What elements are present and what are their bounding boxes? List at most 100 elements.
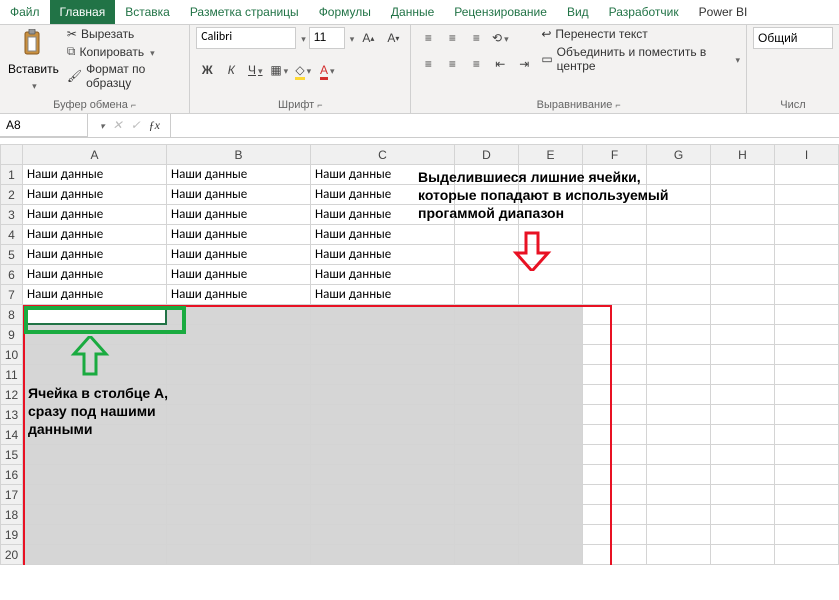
cell[interactable] bbox=[775, 505, 839, 525]
row-header[interactable]: 11 bbox=[1, 365, 23, 385]
font-name-select[interactable]: Calibri bbox=[196, 27, 296, 49]
cell[interactable] bbox=[711, 305, 775, 325]
cell[interactable] bbox=[711, 505, 775, 525]
align-left-button[interactable]: ≡ bbox=[417, 53, 439, 75]
cell[interactable] bbox=[519, 525, 583, 545]
grow-font-button[interactable]: A▴ bbox=[357, 27, 379, 49]
cell[interactable] bbox=[455, 245, 519, 265]
cell[interactable] bbox=[519, 425, 583, 445]
cell[interactable] bbox=[775, 345, 839, 365]
cell[interactable] bbox=[455, 305, 519, 325]
cell[interactable]: Наши данные bbox=[167, 245, 311, 265]
row-header[interactable]: 7 bbox=[1, 285, 23, 305]
cell[interactable] bbox=[455, 285, 519, 305]
cell[interactable]: Наши данные bbox=[23, 245, 167, 265]
cell[interactable] bbox=[23, 505, 167, 525]
row-header[interactable]: 5 bbox=[1, 245, 23, 265]
cell[interactable] bbox=[311, 365, 455, 385]
orientation-button[interactable]: ⟲ bbox=[489, 27, 511, 49]
cell[interactable] bbox=[167, 445, 311, 465]
cell[interactable] bbox=[647, 505, 711, 525]
cell[interactable] bbox=[311, 485, 455, 505]
cell[interactable] bbox=[583, 225, 647, 245]
cell[interactable] bbox=[519, 345, 583, 365]
cell[interactable] bbox=[455, 445, 519, 465]
column-header[interactable]: A bbox=[23, 145, 167, 165]
cell[interactable] bbox=[647, 465, 711, 485]
cell[interactable] bbox=[647, 485, 711, 505]
column-header[interactable]: F bbox=[583, 145, 647, 165]
cell[interactable] bbox=[775, 385, 839, 405]
cell[interactable] bbox=[583, 525, 647, 545]
cell[interactable] bbox=[519, 305, 583, 325]
cancel-icon[interactable]: ✕ bbox=[113, 118, 123, 133]
cell[interactable] bbox=[711, 205, 775, 225]
cell[interactable] bbox=[311, 345, 455, 365]
cell[interactable] bbox=[711, 465, 775, 485]
format-painter-button[interactable]: Формат по образцу bbox=[67, 62, 183, 90]
cell[interactable] bbox=[647, 325, 711, 345]
cell[interactable] bbox=[455, 525, 519, 545]
cell[interactable]: Наши данные bbox=[23, 285, 167, 305]
cell[interactable] bbox=[775, 405, 839, 425]
row-header[interactable]: 19 bbox=[1, 525, 23, 545]
row-header[interactable]: 2 bbox=[1, 185, 23, 205]
cell[interactable] bbox=[711, 385, 775, 405]
italic-button[interactable]: К bbox=[220, 59, 242, 81]
cell[interactable] bbox=[647, 305, 711, 325]
cell[interactable] bbox=[311, 545, 455, 565]
cell[interactable] bbox=[775, 225, 839, 245]
cell[interactable] bbox=[311, 305, 455, 325]
tab-developer[interactable]: Разработчик bbox=[599, 0, 689, 24]
align-middle-button[interactable]: ≡ bbox=[441, 27, 463, 49]
cell[interactable] bbox=[775, 365, 839, 385]
cell[interactable] bbox=[455, 325, 519, 345]
cell[interactable] bbox=[647, 425, 711, 445]
cell[interactable]: Наши данные bbox=[167, 185, 311, 205]
cell[interactable]: Наши данные bbox=[23, 265, 167, 285]
row-header[interactable]: 20 bbox=[1, 545, 23, 565]
cell[interactable] bbox=[711, 265, 775, 285]
bold-button[interactable]: Ж bbox=[196, 59, 218, 81]
cell[interactable] bbox=[519, 445, 583, 465]
cell[interactable] bbox=[455, 545, 519, 565]
row-header[interactable]: 13 bbox=[1, 405, 23, 425]
cell[interactable] bbox=[455, 225, 519, 245]
cut-button[interactable]: Вырезать bbox=[67, 27, 183, 41]
merge-center-button[interactable]: Объединить и поместить в центре bbox=[541, 45, 740, 73]
cell[interactable] bbox=[711, 405, 775, 425]
enter-icon[interactable]: ✓ bbox=[131, 118, 141, 133]
cell[interactable] bbox=[23, 305, 167, 325]
cell[interactable] bbox=[311, 325, 455, 345]
cell[interactable] bbox=[519, 405, 583, 425]
cell[interactable] bbox=[583, 345, 647, 365]
wrap-text-button[interactable]: Перенести текст bbox=[541, 27, 740, 41]
cell[interactable] bbox=[647, 285, 711, 305]
cell[interactable] bbox=[711, 325, 775, 345]
cell[interactable]: Наши данные bbox=[23, 165, 167, 185]
cell[interactable] bbox=[167, 525, 311, 545]
borders-button[interactable]: ▦ bbox=[268, 59, 290, 81]
column-header[interactable]: E bbox=[519, 145, 583, 165]
column-header[interactable]: G bbox=[647, 145, 711, 165]
cell[interactable] bbox=[775, 545, 839, 565]
cell[interactable] bbox=[167, 545, 311, 565]
cell[interactable] bbox=[775, 445, 839, 465]
cell[interactable] bbox=[583, 405, 647, 425]
tab-data[interactable]: Данные bbox=[381, 0, 444, 24]
cell[interactable] bbox=[167, 305, 311, 325]
cell[interactable] bbox=[775, 525, 839, 545]
cell[interactable] bbox=[711, 445, 775, 465]
row-header[interactable]: 4 bbox=[1, 225, 23, 245]
cell[interactable] bbox=[519, 485, 583, 505]
formula-bar[interactable] bbox=[171, 114, 839, 137]
cell[interactable] bbox=[711, 425, 775, 445]
cell[interactable] bbox=[583, 305, 647, 325]
tab-view[interactable]: Вид bbox=[557, 0, 599, 24]
cell[interactable] bbox=[583, 325, 647, 345]
cell[interactable] bbox=[23, 445, 167, 465]
cell[interactable] bbox=[775, 465, 839, 485]
cell[interactable]: Наши данные bbox=[23, 225, 167, 245]
cell[interactable] bbox=[455, 405, 519, 425]
cell[interactable] bbox=[775, 165, 839, 185]
